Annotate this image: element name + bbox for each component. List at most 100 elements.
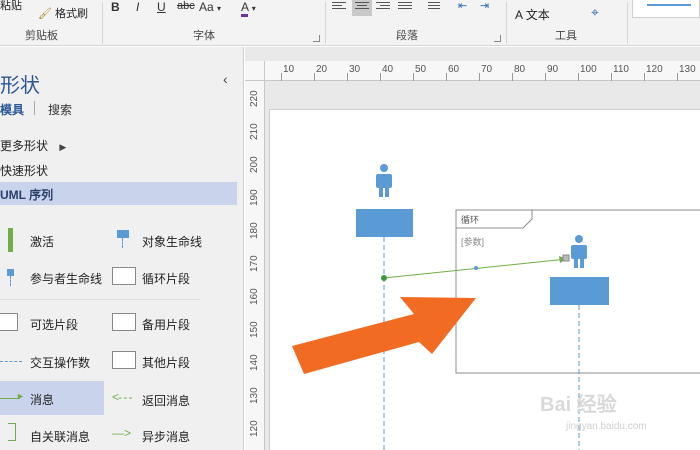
paragraph-dialog-launcher-icon[interactable] (494, 35, 501, 42)
hruler-tick: 40 (382, 64, 394, 75)
shape-label: 消息 (30, 393, 55, 407)
hruler-tick: 130 (679, 64, 696, 75)
shape-actor-lifeline[interactable]: 参与者生命线 (0, 265, 110, 289)
shapes-panel: 形状 ‹ 模具 搜索 更多形状 ▶ 快速形状 UML 序列 激活 对象生命线 参… (0, 47, 244, 450)
ribbon: 粘贴 🖌 格式刷 剪贴板 B I U abc Aa ▾ A ▾ 字体 ⇤ ⇥ 段… (0, 0, 700, 46)
shape-async-message[interactable]: —> 异步消息 (112, 423, 237, 447)
dashed-line-icon (0, 361, 22, 362)
vruler-tick: 210 (249, 123, 260, 140)
shape-label: 激活 (30, 235, 55, 249)
connector-mid-handle[interactable] (474, 266, 478, 270)
nav-quick-shapes[interactable]: 快速形状 (0, 162, 48, 179)
hruler-tick: 70 (481, 64, 493, 75)
lifeline-1-box[interactable] (356, 209, 413, 237)
ruler-corner (245, 61, 265, 81)
lifeline-2-box[interactable] (550, 277, 609, 305)
bold-button[interactable]: B (111, 0, 120, 14)
shape-loop-fragment[interactable]: 循环片段 (112, 265, 237, 289)
tab-stencils[interactable]: 模具 (0, 101, 24, 118)
loop-fragment-guard: [参数] (461, 236, 484, 247)
connector-end-handle[interactable] (562, 254, 570, 262)
connector-start-handle[interactable] (381, 275, 387, 281)
shape-label: 自关联消息 (30, 430, 91, 444)
text-tool-label: 文本 (525, 8, 550, 22)
shape-return-message[interactable]: <- - - 返回消息 (112, 387, 237, 411)
paragraph-group-label: 段落 (396, 30, 418, 42)
vertical-align-icon[interactable] (428, 0, 448, 16)
paste-button[interactable]: 粘贴 (0, 0, 22, 13)
chevron-down-icon: ▾ (217, 4, 222, 13)
fragment-icon (112, 267, 136, 285)
loop-fragment-title: 循环 (461, 214, 479, 225)
text-tool-button[interactable]: A 文本 (515, 6, 550, 23)
collapse-panel-icon[interactable]: ‹ (223, 71, 228, 87)
nav-more-shapes[interactable]: 更多形状 ▶ (0, 137, 66, 154)
drawing-canvas[interactable]: 10 20 30 40 50 60 70 80 90 100 110 120 130 220 210 200… (245, 47, 700, 450)
increase-indent-icon[interactable]: ⇥ (480, 0, 489, 12)
strikethrough-button[interactable]: abc (177, 0, 195, 12)
shape-interaction-operand[interactable]: 交互操作数 (0, 349, 110, 373)
connection-point-icon[interactable]: ⌖ (591, 4, 599, 21)
diagram-svg: 循环 [参数] (292, 164, 700, 450)
hruler-tick: 10 (283, 64, 295, 75)
tab-search[interactable]: 搜索 (48, 101, 72, 118)
shape-self-message[interactable]: 自关联消息 (0, 423, 110, 447)
italic-button[interactable]: I (136, 0, 139, 14)
vertical-ruler: 220 210 200 190 180 170 160 150 140 130 120 (245, 81, 265, 450)
drawing-page[interactable]: 循环 [参数] (269, 109, 700, 450)
caret-right-icon: ▶ (59, 142, 67, 152)
align-right-icon[interactable] (376, 0, 396, 16)
shape-object-lifeline[interactable]: 对象生命线 (112, 228, 237, 252)
shape-other-fragment[interactable]: 其他片段 (112, 349, 237, 373)
shape-label: 备用片段 (142, 318, 191, 332)
message-connector[interactable] (381, 254, 570, 281)
actor-head-icon (380, 164, 388, 172)
actor-lifeline-1[interactable] (356, 164, 413, 450)
shape-label: 对象生命线 (142, 235, 203, 249)
return-message-icon: <- - - (112, 390, 133, 404)
tools-group-label: 工具 (555, 30, 577, 42)
self-message-icon (8, 423, 16, 441)
activation-icon (8, 228, 13, 252)
font-size-button[interactable]: Aa ▾ (199, 0, 221, 14)
orange-pointer-arrow (292, 297, 476, 374)
clipboard-group-label: 剪贴板 (25, 30, 58, 42)
vruler-tick: 220 (249, 90, 260, 107)
async-message-icon: —> (112, 426, 132, 440)
watermark-logo: Bai 经验 (540, 394, 617, 416)
shape-message[interactable]: ► 消息 (0, 381, 104, 415)
shape-label: 循环片段 (142, 272, 191, 286)
shape-label: 参与者生命线 (30, 272, 103, 286)
underline-button[interactable]: U (157, 0, 166, 14)
shape-label: 返回消息 (142, 394, 191, 408)
watermark-url: jingyan.baidu.com (566, 421, 647, 432)
actor-lifeline-2[interactable] (550, 235, 609, 450)
tab-divider (34, 101, 35, 115)
nav-uml-sequence[interactable]: UML 序列 (0, 182, 237, 205)
align-left-icon[interactable] (332, 0, 352, 16)
shape-optional-fragment[interactable]: 可选片段 (0, 311, 110, 335)
hruler-tick: 90 (547, 64, 559, 75)
shape-style-gallery[interactable] (632, 0, 700, 18)
font-dialog-launcher-icon[interactable] (313, 35, 320, 42)
nav-more-shapes-label: 更多形状 (0, 139, 49, 153)
font-size-label: Aa (199, 0, 214, 14)
paragraph-group: ⇤ ⇥ 段落 (326, 0, 506, 46)
vruler-tick: 180 (249, 222, 260, 239)
vruler-tick: 130 (249, 387, 260, 404)
align-center-icon[interactable] (352, 0, 372, 16)
decrease-indent-icon[interactable]: ⇤ (458, 0, 467, 12)
chevron-down-icon: ▾ (251, 4, 256, 13)
brush-icon: 🖌 (38, 8, 52, 20)
shape-alternative-fragment[interactable]: 备用片段 (112, 311, 237, 335)
font-color-button[interactable]: A ▾ (241, 0, 256, 17)
format-painter-button[interactable]: 🖌 格式刷 (38, 5, 88, 21)
vruler-tick: 190 (249, 189, 260, 206)
fragment-icon (112, 351, 136, 369)
fragment-icon (112, 313, 136, 331)
horizontal-ruler: 10 20 30 40 50 60 70 80 90 100 110 120 130 (265, 61, 700, 81)
vruler-tick: 120 (249, 420, 260, 437)
shape-activation[interactable]: 激活 (0, 228, 110, 252)
justify-icon[interactable] (398, 0, 418, 16)
font-group-label: 字体 (193, 30, 215, 42)
